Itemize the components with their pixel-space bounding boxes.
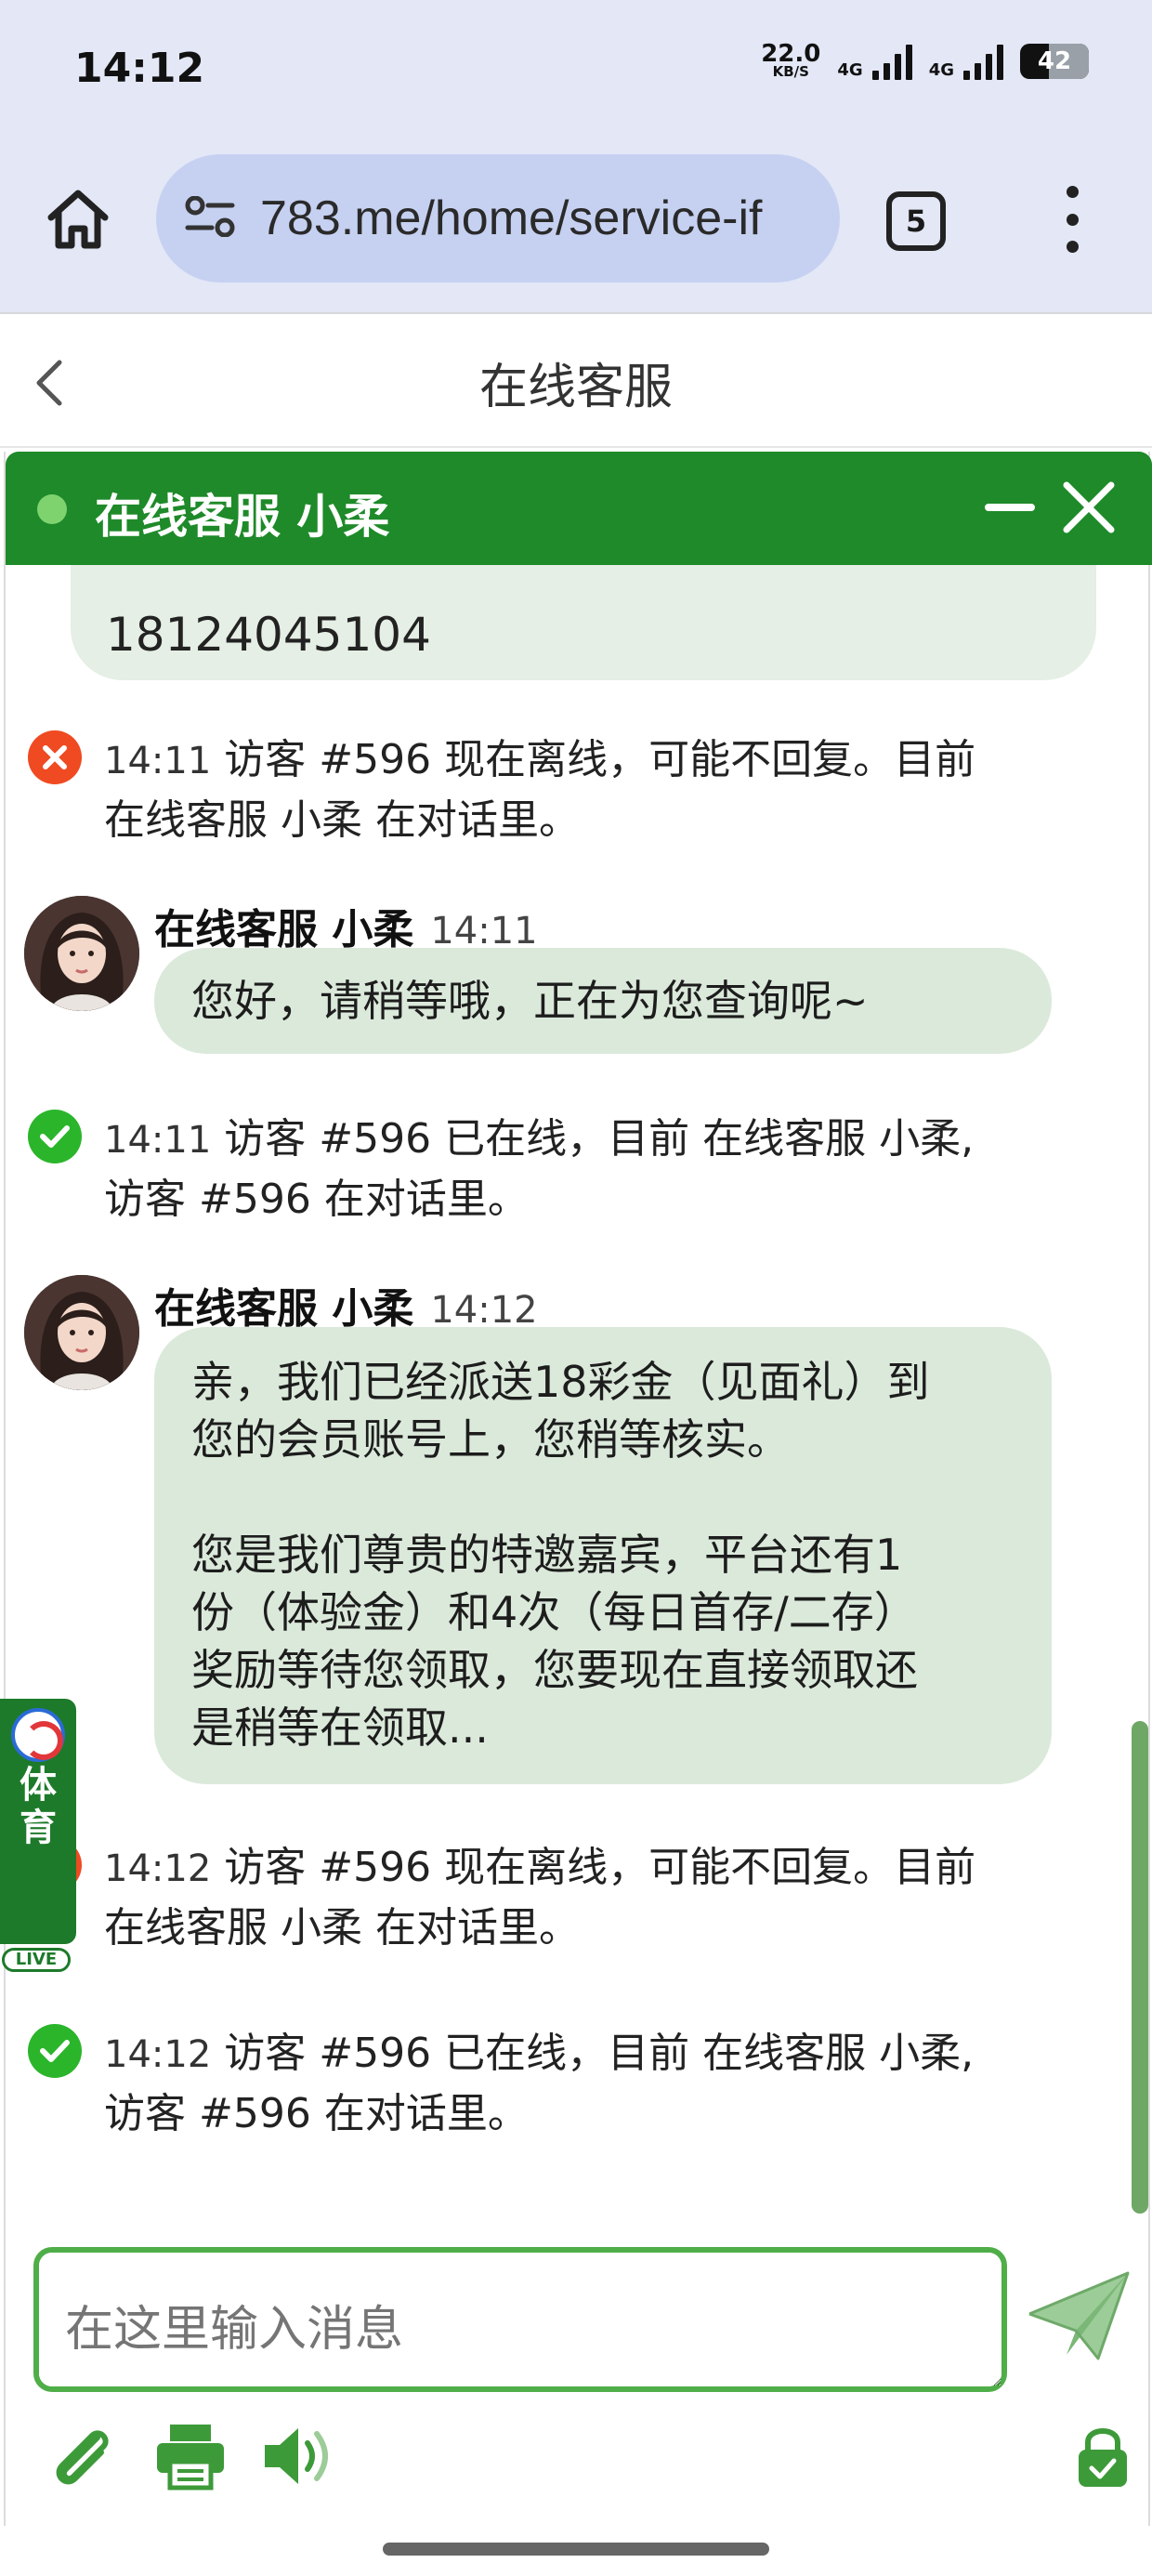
url-bar[interactable]: 783.me/home/service-if — [156, 154, 840, 283]
message-input[interactable] — [33, 2247, 1007, 2392]
page-title: 在线客服 — [478, 360, 673, 415]
system-message: 14:11 访客 #596 已在线，目前 在线客服 小柔, 访客 #596 在对… — [28, 1110, 1124, 1229]
agent-message-bubble: 您好，请稍等哦，正在为您查询呢~ — [154, 948, 1052, 1054]
signal-2-icon: 4G — [929, 43, 1003, 80]
page-header: 在线客服 — [0, 312, 1152, 448]
visitor-message-text: 18124045104 — [106, 608, 431, 662]
agent-avatar — [24, 1275, 139, 1390]
net-speed: 22.0 KB/S — [761, 40, 821, 80]
signal-1-icon: 4G — [837, 43, 912, 80]
speaker-icon[interactable] — [258, 2414, 342, 2498]
agent-name: 在线客服 小柔 14:12 — [154, 1285, 538, 1333]
paperclip-icon[interactable] — [39, 2414, 123, 2498]
more-vert-icon[interactable] — [1054, 186, 1091, 253]
status-icons: 22.0 KB/S 4G 4G 42 — [761, 40, 1089, 80]
chat-header: 在线客服 小柔 — [6, 452, 1152, 565]
paper-plane-icon[interactable] — [1024, 2266, 1135, 2368]
tune-icon[interactable] — [184, 195, 236, 241]
url-text[interactable]: 783.me/home/service-if — [260, 191, 762, 246]
tab-switcher-button[interactable]: 5 — [886, 191, 946, 251]
system-message: 14:12 访客 #596 已在线，目前 在线客服 小柔, 访客 #596 在对… — [28, 2024, 1124, 2144]
agent-message-bubble: 亲，我们已经派送18彩金（见面礼）到 您的会员账号上，您稍等核实。 您是我们尊贵… — [154, 1327, 1052, 1784]
chat-widget: 在线客服 小柔 18124045104 14:11 访客 #596 现在离线，可… — [4, 452, 1152, 2526]
error-icon — [28, 730, 82, 784]
home-indicator[interactable] — [383, 2543, 769, 2556]
composer — [6, 2247, 1152, 2396]
printer-icon[interactable] — [149, 2414, 232, 2498]
agent-avatar — [24, 896, 139, 1011]
system-message: 14:12 访客 #596 现在离线，可能不回复。目前 在线客服 小柔 在对话里… — [28, 1838, 1124, 1958]
sports-logo-icon — [11, 1708, 65, 1762]
browser-chrome: 14:12 22.0 KB/S 4G 4G 42 783.me/home/ser… — [0, 0, 1152, 312]
close-icon[interactable] — [1061, 480, 1117, 535]
lock-icon — [1061, 2414, 1145, 2498]
message-list[interactable]: 18124045104 14:11 访客 #596 现在离线，可能不回复。目前 … — [6, 565, 1152, 2228]
chat-title: 在线客服 小柔 — [95, 490, 390, 544]
agent-name: 在线客服 小柔 14:11 — [154, 906, 538, 953]
online-status-dot — [37, 494, 67, 524]
check-icon — [28, 2024, 82, 2078]
battery-icon: 42 — [1020, 44, 1089, 79]
chat-toolbar — [6, 2414, 1152, 2507]
sports-live-badge[interactable]: 体 育 LIVE — [0, 1699, 76, 1972]
home-icon[interactable] — [41, 182, 115, 256]
live-label: LIVE — [2, 1948, 71, 1972]
status-time: 14:12 — [74, 45, 205, 92]
system-message: 14:11 访客 #596 现在离线，可能不回复。目前 在线客服 小柔 在对话里… — [28, 730, 1124, 850]
check-icon — [28, 1110, 82, 1163]
minimize-icon[interactable] — [985, 504, 1035, 511]
scrollbar-thumb[interactable] — [1132, 1721, 1148, 2214]
